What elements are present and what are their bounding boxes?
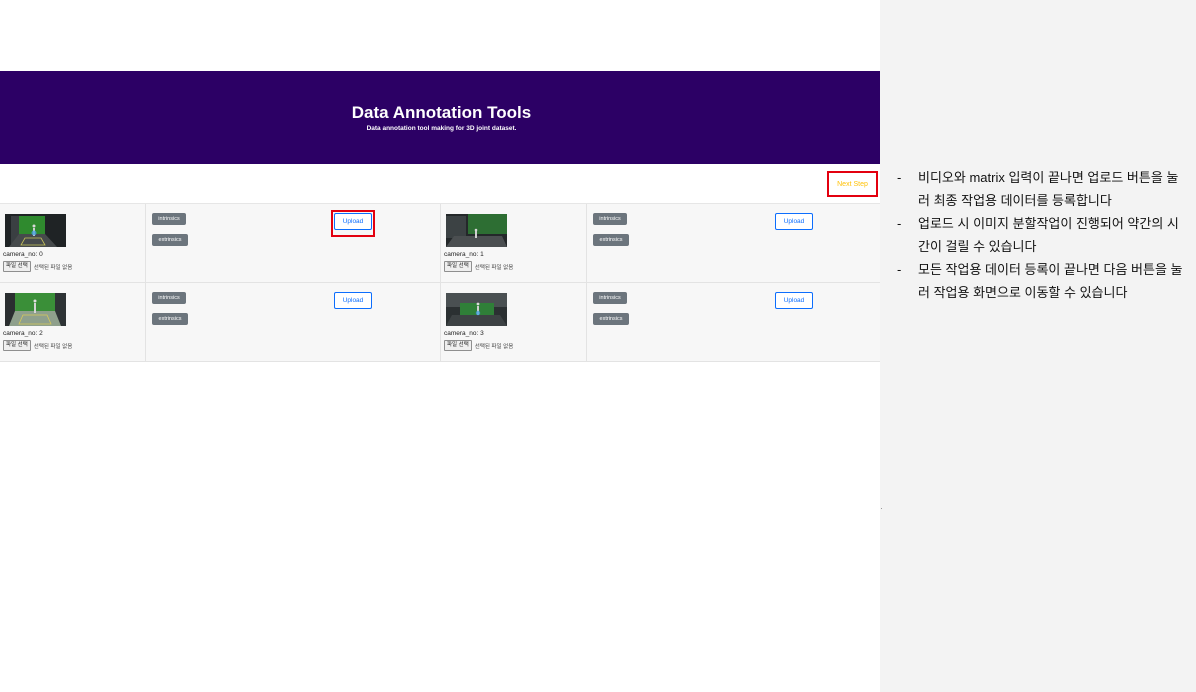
camera-card-0: camera_no: 0 파일 선택 선택된 파일 없음 intrinsics … <box>0 204 441 283</box>
upload-button[interactable]: Upload <box>334 213 372 230</box>
file-status: 선택된 파일 없음 <box>474 343 514 350</box>
page-title: Data Annotation Tools <box>351 103 532 122</box>
instruction-list: 비디오와 matrix 입력이 끝나면 업로드 버튼을 눌러 최종 작업용 데이… <box>895 166 1185 304</box>
cell-divider <box>586 283 587 362</box>
file-status: 선택된 파일 없음 <box>33 264 73 271</box>
camera-label: camera_no: 1 <box>444 251 484 258</box>
intrinsics-button[interactable]: intrinsics <box>593 292 627 304</box>
instruction-item: 업로드 시 이미지 분할작업이 진행되어 약간의 시간이 걸릴 수 있습니다 <box>895 212 1185 258</box>
next-step-highlight: Next Step <box>827 171 878 197</box>
extrinsics-button[interactable]: extrinsics <box>152 234 188 246</box>
cell-divider <box>586 204 587 283</box>
video-frame-thumbnail-icon <box>446 214 507 247</box>
extrinsics-button[interactable]: extrinsics <box>152 313 188 325</box>
intrinsics-button[interactable]: intrinsics <box>593 213 627 225</box>
video-frame-thumbnail-icon <box>5 293 66 326</box>
intrinsics-button[interactable]: intrinsics <box>152 213 186 225</box>
file-picker: 파일 선택 선택된 파일 없음 <box>3 340 72 351</box>
file-picker: 파일 선택 선택된 파일 없음 <box>3 261 72 272</box>
upload-button[interactable]: Upload <box>775 292 813 309</box>
cell-divider <box>145 283 146 362</box>
camera-card-1: camera_no: 1 파일 선택 선택된 파일 없음 intrinsics … <box>441 204 882 283</box>
choose-file-button[interactable]: 파일 선택 <box>3 340 31 351</box>
instruction-item: 비디오와 matrix 입력이 끝나면 업로드 버튼을 눌러 최종 작업용 데이… <box>895 166 1185 212</box>
file-picker: 파일 선택 선택된 파일 없음 <box>444 261 513 272</box>
upload-button[interactable]: Upload <box>334 292 372 309</box>
choose-file-button[interactable]: 파일 선택 <box>444 261 472 272</box>
stray-dot <box>881 508 882 509</box>
next-step-button[interactable]: Next Step <box>837 180 868 188</box>
file-status: 선택된 파일 없음 <box>33 343 73 350</box>
choose-file-button[interactable]: 파일 선택 <box>444 340 472 351</box>
camera-grid: camera_no: 0 파일 선택 선택된 파일 없음 intrinsics … <box>0 203 883 362</box>
camera-label: camera_no: 0 <box>3 251 43 258</box>
cell-divider <box>145 204 146 283</box>
camera-card-3: camera_no: 3 파일 선택 선택된 파일 없음 intrinsics … <box>441 283 882 362</box>
annotation-app: Data Annotation Tools Data annotation to… <box>0 0 883 692</box>
video-frame-thumbnail-icon <box>446 293 507 326</box>
intrinsics-button[interactable]: intrinsics <box>152 292 186 304</box>
file-status: 선택된 파일 없음 <box>474 264 514 271</box>
choose-file-button[interactable]: 파일 선택 <box>3 261 31 272</box>
camera-label: camera_no: 3 <box>444 330 484 337</box>
instruction-panel <box>880 0 1196 692</box>
file-picker: 파일 선택 선택된 파일 없음 <box>444 340 513 351</box>
camera-card-2: camera_no: 2 파일 선택 선택된 파일 없음 intrinsics … <box>0 283 441 362</box>
page-header: Data Annotation Tools Data annotation to… <box>0 71 883 164</box>
extrinsics-button[interactable]: extrinsics <box>593 313 629 325</box>
page-subtitle: Data annotation tool making for 3D joint… <box>366 125 517 132</box>
extrinsics-button[interactable]: extrinsics <box>593 234 629 246</box>
camera-label: camera_no: 2 <box>3 330 43 337</box>
instruction-item: 모든 작업용 데이터 등록이 끝나면 다음 버튼을 눌러 작업용 화면으로 이동… <box>895 258 1185 304</box>
upload-button[interactable]: Upload <box>775 213 813 230</box>
video-frame-thumbnail-icon <box>5 214 66 247</box>
